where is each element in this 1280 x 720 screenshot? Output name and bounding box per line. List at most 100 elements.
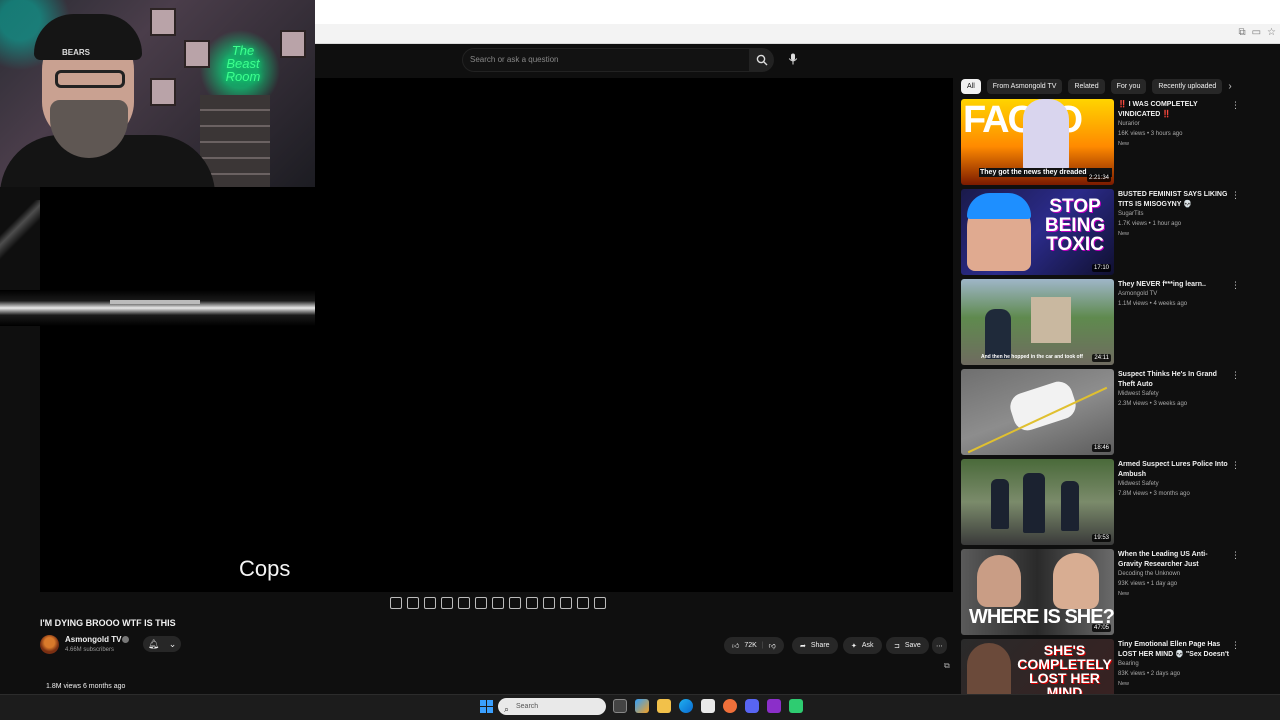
more-vertical-icon[interactable]: ⋮ [1231,191,1240,200]
recommendation-channel: Bearing [1118,661,1139,667]
more-vertical-icon[interactable]: ⋮ [1231,551,1240,560]
verified-icon [122,636,129,643]
recommendation-item[interactable]: And then he hopped in the car and took o… [961,279,1241,365]
copilot-icon[interactable] [635,699,649,713]
new-badge: New [1118,231,1130,237]
voice-search-button[interactable] [782,48,804,70]
recommendation-item[interactable]: FACTO They got the news they dreaded 2:2… [961,99,1241,185]
recommendation-meta: 83K views • 2 days ago [1118,671,1181,677]
tool-icon[interactable] [509,597,521,609]
video-thumbnail[interactable]: STOP BEING TOXIC 17:10 [961,189,1114,275]
thumbnail-figure [1023,99,1069,171]
notification-bell-button[interactable]: 🔔︎ ⌄ [143,636,181,652]
tool-icon[interactable] [492,597,504,609]
search-button[interactable] [750,48,774,72]
recommendation-meta: 93K views • 1 day ago [1118,581,1178,587]
wall-frame [150,8,176,36]
recommendation-title: Suspect Thinks He's In Grand Theft Auto [1118,371,1217,388]
more-vertical-icon[interactable]: ⋮ [1231,371,1240,380]
chevron-right-icon[interactable]: › [1228,81,1231,92]
video-thumbnail[interactable]: FACTO They got the news they dreaded 2:2… [961,99,1114,185]
like-button[interactable]: 👍︎ 72K | 👎︎ [724,637,784,654]
more-vertical-icon[interactable]: ⋮ [1231,461,1240,470]
thumbnail-person [967,643,1011,694]
file-explorer-icon[interactable] [657,699,671,713]
chip-recently-uploaded[interactable]: Recently uploaded [1152,78,1223,94]
video-thumbnail[interactable]: WHERE IS SHE? 47:05 [961,549,1114,635]
chip-from-channel[interactable]: From Asmongold TV [986,78,1063,94]
recommendation-item[interactable]: 19:53 Armed Suspect Lures Police Into Am… [961,459,1241,545]
tool-icon[interactable] [543,597,555,609]
video-thumbnail[interactable]: SHE'S COMPLETELY LOST HER MIND [961,639,1114,694]
more-vertical-icon[interactable]: ⋮ [1231,281,1240,290]
tool-icon[interactable] [594,597,606,609]
more-button[interactable]: ⋯ [932,637,947,654]
video-duration: 17:10 [1091,264,1111,272]
tool-icon[interactable] [577,597,589,609]
tool-icon[interactable] [407,597,419,609]
video-duration: 18:46 [1091,444,1111,452]
channel-avatar[interactable] [40,635,59,654]
recommendation-title: ‼️ I WAS COMPLETELY VINDICATED ‼️ [1118,101,1198,118]
task-view-icon[interactable] [613,699,627,713]
recommendation-item[interactable]: WHERE IS SHE? 47:05 When the Leading US … [961,549,1241,635]
store-icon[interactable] [701,699,715,713]
split-view-icon[interactable]: ▭ [1252,27,1261,38]
firefox-icon[interactable] [723,699,737,713]
recommendation-item[interactable]: STOP BEING TOXIC 17:10 BUSTED FEMINIST S… [961,189,1241,275]
taskbar-search-input[interactable]: ⌕ Search [498,698,606,715]
taskbar-search-label: Search [516,703,539,710]
app-icon[interactable] [767,699,781,713]
chip-all[interactable]: All [961,78,981,94]
extension-icon[interactable]: ⧉ [1238,27,1245,38]
app-icon[interactable] [789,699,803,713]
thumbs-down-icon[interactable]: 👎︎ [769,641,776,650]
more-vertical-icon[interactable]: ⋮ [1231,101,1240,110]
channel-name[interactable]: Asmongold TV [65,635,121,644]
chip-for-you[interactable]: For you [1110,78,1147,94]
video-thumbnail[interactable]: 19:53 [961,459,1114,545]
save-button[interactable]: ⊐ Save [886,637,929,654]
tool-icon[interactable] [441,597,453,609]
search-input[interactable]: Search or ask a question [462,48,750,72]
share-button[interactable]: ➦ Share [792,637,838,654]
chip-related[interactable]: Related [1068,78,1105,94]
recommendation-meta: 1.1M views • 4 weeks ago [1118,301,1188,307]
thumbs-up-icon: 👍︎ [732,643,740,650]
save-label: Save [904,642,921,649]
stream-overlay-bar [0,290,315,326]
streamer-glasses [55,70,125,88]
like-count: 72K [744,642,757,649]
like-dislike-group: 👍︎ 72K | 👎︎ [724,637,784,654]
tool-icon[interactable] [560,597,572,609]
tool-icon[interactable] [390,597,402,609]
taskbar-apps [613,699,803,713]
more-vertical-icon[interactable]: ⋮ [1231,641,1240,650]
recommendation-item[interactable]: SHE'S COMPLETELY LOST HER MIND Tiny Emot… [961,639,1241,694]
bell-icon: 🔔︎ [147,638,160,649]
video-thumbnail[interactable]: And then he hopped in the car and took o… [961,279,1114,365]
clip-icon[interactable]: ⧉ [944,661,950,671]
recommendation-title: Tiny Emotional Ellen Page Has LOST HER M… [1118,641,1229,658]
new-badge: New [1118,141,1130,147]
recommendation-item[interactable]: 18:46 Suspect Thinks He's In Grand Theft… [961,369,1241,455]
windows-taskbar: ⌕ Search [0,694,1280,720]
search-icon [756,54,768,66]
share-icon: ➦ [800,642,806,650]
tool-icon[interactable] [475,597,487,609]
edge-browser-icon[interactable] [679,699,693,713]
discord-icon[interactable] [745,699,759,713]
video-duration: 24:11 [1092,354,1111,362]
tool-icon[interactable] [526,597,538,609]
recommendation-meta: 1.7K views • 1 hour ago [1118,221,1182,227]
video-caption: Cops [239,556,291,581]
save-action: ⊐ Save [886,637,929,654]
windows-start-icon[interactable] [480,700,493,713]
webcam-overlay: The Beast Room BEARS [0,0,315,187]
video-thumbnail[interactable]: 18:46 [961,369,1114,455]
tool-icon[interactable] [458,597,470,609]
ask-button[interactable]: ✦ Ask [843,637,882,654]
tool-icon[interactable] [424,597,436,609]
favorite-star-icon[interactable]: ☆ [1267,27,1276,38]
ask-action: ✦ Ask [843,637,882,654]
